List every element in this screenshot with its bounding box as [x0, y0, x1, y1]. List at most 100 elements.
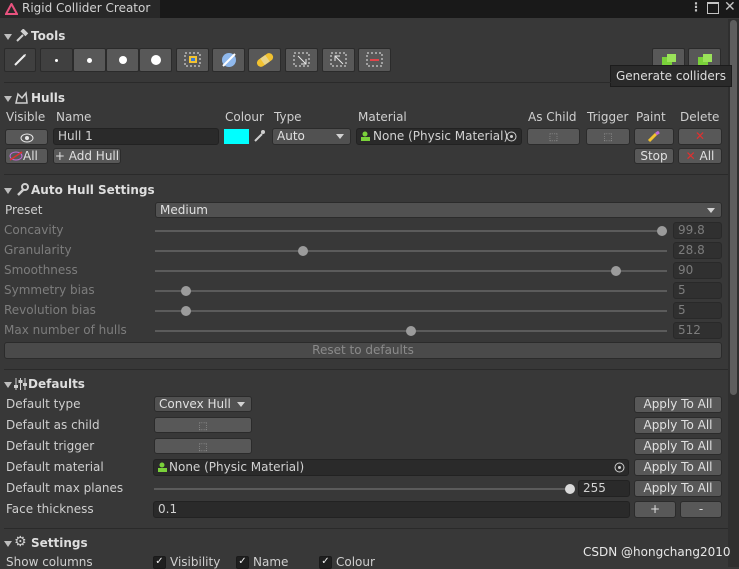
tools-foldout-arrow[interactable] [4, 34, 12, 40]
slider-track[interactable] [155, 290, 667, 292]
slider-label: Revolution bias [4, 303, 96, 317]
decrease-thickness-button[interactable]: - [680, 501, 722, 518]
slider-thumb[interactable] [180, 286, 191, 296]
apply-type-button[interactable]: Apply To All [634, 396, 722, 413]
deselect-button[interactable] [212, 48, 245, 72]
auto-hull-title: Auto Hull Settings [31, 183, 155, 197]
default-max-planes-label: Default max planes [6, 481, 124, 495]
settings-foldout-arrow[interactable] [4, 541, 12, 547]
default-material-value: None (Physic Material) [169, 460, 305, 474]
maximize-icon[interactable] [707, 2, 719, 14]
app-logo-icon [5, 3, 18, 15]
preset-dropdown[interactable]: Medium [155, 202, 722, 218]
col-as-child-header: As Child [528, 110, 577, 124]
dashed-box-icon: ⬚ [198, 421, 208, 432]
kebab-icon[interactable]: ⋮ [690, 0, 702, 14]
hull-colour-swatch[interactable] [224, 129, 249, 144]
close-icon[interactable]: ✕ [724, 0, 736, 15]
col-visible-header: Visible [6, 110, 46, 124]
stop-button[interactable]: Stop [634, 148, 674, 164]
slider-thumb[interactable] [656, 226, 667, 236]
slider-value-field[interactable]: 512 [673, 322, 722, 339]
dashed-box-icon: ⬚ [198, 442, 208, 453]
divider [4, 174, 728, 175]
generate-colliders-tooltip: Generate colliders [610, 65, 732, 87]
slider-value-field[interactable]: 28.8 [673, 242, 722, 259]
trigger-toggle[interactable]: ⬚ [586, 128, 630, 145]
col-delete-header: Delete [680, 110, 720, 124]
colour-checkbox[interactable]: ✓ [319, 556, 332, 569]
hide-all-button[interactable]: All [5, 148, 48, 164]
bandage-button[interactable] [248, 48, 281, 72]
slider-label: Symmetry bias [4, 283, 95, 297]
slider-track[interactable] [155, 230, 667, 232]
name-checkbox[interactable]: ✓ [236, 556, 249, 569]
reset-defaults-button[interactable]: Reset to defaults [4, 342, 722, 359]
apply-material-button[interactable]: Apply To All [634, 459, 722, 476]
remove-selection-button[interactable] [358, 48, 391, 72]
slider-value-field[interactable]: 90 [673, 262, 722, 279]
hull-type-dropdown[interactable]: Auto [272, 128, 351, 145]
default-as-child-toggle[interactable]: ⬚ [154, 417, 252, 433]
object-picker-icon[interactable] [614, 462, 625, 473]
paint-button[interactable] [634, 128, 674, 145]
hull-material-field[interactable]: None (Physic Material) [356, 128, 522, 145]
delete-all-button[interactable]: ✕ All [678, 148, 722, 164]
paint-brush-icon [647, 130, 660, 143]
slider-label: Concavity [4, 223, 64, 237]
brush-tool-button[interactable] [4, 48, 36, 72]
face-thickness-input[interactable]: 0.1 [153, 501, 630, 518]
default-trigger-label: Default trigger [6, 439, 95, 453]
eyedropper-icon[interactable] [252, 129, 266, 143]
default-type-dropdown[interactable]: Convex Hull [154, 396, 252, 412]
dot-icon [87, 57, 92, 63]
increase-thickness-button[interactable]: + [634, 501, 676, 518]
dot-icon [118, 56, 127, 64]
dot-s-button[interactable] [73, 48, 106, 72]
shrink-selection-button[interactable] [322, 48, 355, 72]
defaults-foldout-arrow[interactable] [4, 382, 12, 388]
object-picker-icon[interactable] [506, 131, 517, 142]
watermark: CSDN @hongchang2010 [583, 545, 731, 559]
default-material-label: Default material [6, 460, 104, 474]
apply-trigger-button[interactable]: Apply To All [634, 438, 722, 455]
add-hull-button[interactable]: + Add Hull [53, 148, 121, 164]
delete-all-label: All [699, 149, 715, 163]
slider-track[interactable] [155, 250, 667, 252]
default-trigger-toggle[interactable]: ⬚ [154, 438, 252, 454]
apply-as-child-button[interactable]: Apply To All [634, 417, 722, 434]
slider-thumb[interactable] [610, 266, 621, 276]
as-child-toggle[interactable]: ⬚ [527, 128, 580, 145]
settings-title: Settings [31, 536, 88, 550]
dot-xs-button[interactable] [40, 48, 73, 72]
slider-value-field[interactable]: 99.8 [673, 222, 722, 239]
max-planes-slider-track[interactable] [154, 488, 570, 490]
eye-icon [20, 133, 33, 143]
slider-value-field[interactable]: 5 [673, 302, 722, 319]
divider [4, 82, 728, 83]
max-planes-slider-thumb[interactable] [565, 484, 575, 494]
slider-thumb[interactable] [406, 326, 416, 336]
dot-l-button[interactable] [139, 48, 172, 72]
slider-thumb[interactable] [298, 246, 309, 256]
hulls-foldout-arrow[interactable] [4, 96, 12, 102]
default-material-field[interactable]: None (Physic Material) [153, 459, 629, 476]
dot-m-button[interactable] [106, 48, 139, 72]
grow-selection-button[interactable] [285, 48, 318, 72]
dashed-box-icon: ⬚ [548, 132, 559, 143]
hull-name-input[interactable]: Hull 1 [53, 128, 219, 145]
select-all-button[interactable] [176, 48, 209, 72]
visibility-checkbox[interactable]: ✓ [153, 556, 166, 569]
slider-track[interactable] [155, 270, 667, 272]
slider-track[interactable] [155, 310, 667, 312]
delete-hull-button[interactable]: ✕ [678, 128, 722, 145]
slider-value-field[interactable]: 5 [673, 282, 722, 299]
bandage-icon [256, 53, 273, 67]
auto-hull-foldout-arrow[interactable] [4, 188, 12, 194]
physic-material-icon [361, 131, 370, 141]
visibility-toggle[interactable] [5, 129, 48, 145]
apply-max-planes-button[interactable]: Apply To All [634, 480, 722, 497]
face-thickness-label: Face thickness [6, 502, 94, 516]
max-planes-input[interactable]: 255 [578, 480, 630, 497]
slider-thumb[interactable] [180, 306, 191, 316]
